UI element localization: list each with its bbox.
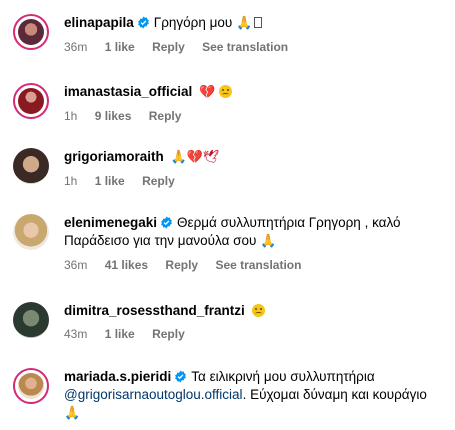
- reply-button[interactable]: Reply: [152, 40, 185, 54]
- comment-username[interactable]: dimitra_rosessthand_frantzi: [64, 303, 245, 318]
- mention-link[interactable]: @grigorisarnaoutoglou.official: [64, 387, 243, 402]
- folded-hands-icon: 🙏: [260, 234, 277, 249]
- comment-likes[interactable]: 1 like: [105, 327, 135, 341]
- comment-username[interactable]: elenimenegaki: [64, 215, 157, 230]
- reply-button[interactable]: Reply: [152, 327, 185, 341]
- verified-badge-icon: [161, 216, 172, 229]
- comment-username[interactable]: elinapapila: [64, 15, 134, 30]
- comment-text: Τα ειλικρινή μου συλλυπητήρια: [191, 369, 375, 384]
- comment-likes[interactable]: 1 like: [105, 40, 135, 54]
- missing-glyph-icon: [254, 17, 263, 28]
- reply-button[interactable]: Reply: [142, 174, 175, 188]
- comment-likes[interactable]: 9 likes: [95, 109, 132, 123]
- comment-time: 1h: [64, 109, 78, 123]
- reply-button[interactable]: Reply: [149, 109, 182, 123]
- comment-username[interactable]: grigoriamoraith: [64, 149, 164, 164]
- verified-badge-icon: [137, 16, 149, 29]
- comment-time: 1h: [64, 174, 78, 188]
- comment-text: Γρηγόρη μου: [153, 15, 233, 30]
- emoji-sequence: 🙏💔🕊: [170, 150, 220, 165]
- avatar[interactable]: [13, 302, 49, 338]
- see-translation-link[interactable]: See translation: [215, 258, 301, 272]
- see-translation-link[interactable]: See translation: [202, 40, 288, 54]
- verified-badge-icon: [175, 370, 187, 383]
- comment-likes[interactable]: 41 likes: [105, 258, 148, 272]
- folded-hands-icon: 🙏: [64, 406, 81, 421]
- comment-time: 36m: [64, 258, 88, 272]
- comment-likes[interactable]: 1 like: [95, 174, 125, 188]
- comment-username[interactable]: imanastasia_official: [64, 84, 192, 99]
- comment-time: 43m: [64, 327, 88, 341]
- comment-time: 36m: [64, 40, 88, 54]
- comment-text-continued: . Εύχομαι δύναμη και κουράγιο: [242, 387, 427, 402]
- comment-username[interactable]: mariada.s.pieridi: [64, 369, 171, 384]
- sad-face-icon: [251, 304, 265, 317]
- avatar[interactable]: [13, 148, 49, 184]
- reply-button[interactable]: Reply: [165, 258, 198, 272]
- avatar[interactable]: [13, 14, 49, 50]
- sad-face-icon: [219, 85, 233, 98]
- avatar[interactable]: [13, 368, 49, 404]
- folded-hands-icon: 🙏: [236, 16, 253, 31]
- avatar[interactable]: [13, 83, 49, 119]
- avatar[interactable]: [13, 214, 49, 250]
- broken-heart-icon: 💔: [199, 85, 216, 100]
